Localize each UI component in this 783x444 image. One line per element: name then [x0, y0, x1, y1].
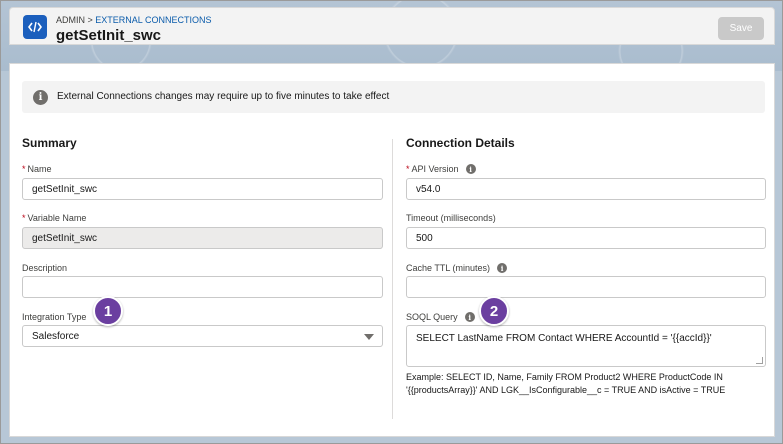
required-marker: *	[22, 164, 26, 174]
cache-ttl-label-text: Cache TTL (minutes)	[406, 263, 491, 273]
callout-badge-1: 1	[93, 296, 123, 326]
soql-query-label-text: SOQL Query	[406, 312, 458, 322]
soql-query-textarea[interactable]: SELECT LastName FROM Contact WHERE Accou…	[406, 325, 766, 367]
info-icon[interactable]: i	[497, 263, 508, 273]
breadcrumb-separator: >	[87, 15, 93, 25]
timeout-value: 500	[416, 232, 433, 244]
required-marker: *	[406, 164, 410, 174]
soql-query-label: SOQL Query i	[406, 312, 475, 322]
name-label: * Name	[22, 164, 52, 174]
variable-name-label-text: Variable Name	[27, 213, 87, 223]
description-label-text: Description	[22, 263, 68, 273]
timeout-label: Timeout (milliseconds)	[406, 213, 496, 223]
save-button[interactable]: Save	[718, 17, 764, 40]
cache-ttl-input[interactable]	[406, 276, 766, 298]
notice-text: External Connections changes may require…	[57, 91, 390, 102]
chevron-down-icon	[364, 334, 374, 340]
page-header: ADMIN > EXTERNAL CONNECTIONS getSetInit_…	[9, 7, 775, 45]
info-icon[interactable]: i	[465, 164, 476, 174]
breadcrumb-external-connections[interactable]: EXTERNAL CONNECTIONS	[95, 15, 211, 25]
info-icon[interactable]: i	[464, 312, 475, 322]
connection-details-title: Connection Details	[406, 136, 515, 150]
required-marker: *	[22, 213, 26, 223]
description-input[interactable]	[22, 276, 383, 298]
column-divider	[392, 139, 393, 419]
name-label-text: Name	[27, 164, 52, 174]
name-input-value: getSetInit_swc	[32, 183, 98, 195]
api-version-label-text: API Version	[411, 164, 459, 174]
variable-name-label: * Variable Name	[22, 213, 86, 223]
api-version-label: * API Version i	[406, 164, 476, 174]
info-icon: i	[33, 90, 48, 105]
variable-name-input: getSetInit_swc	[22, 227, 383, 249]
breadcrumb: ADMIN > EXTERNAL CONNECTIONS	[56, 15, 211, 25]
page-title: getSetInit_swc	[56, 27, 162, 44]
code-brackets-icon	[23, 15, 47, 39]
timeout-input[interactable]: 500	[406, 227, 766, 249]
name-input[interactable]: getSetInit_swc	[22, 178, 383, 200]
notice-banner: i External Connections changes may requi…	[22, 81, 765, 113]
description-label: Description	[22, 263, 67, 273]
app-frame: ADMIN > EXTERNAL CONNECTIONS getSetInit_…	[0, 0, 783, 444]
form-card: i External Connections changes may requi…	[9, 63, 775, 437]
resize-handle-icon[interactable]	[756, 357, 763, 364]
summary-title: Summary	[22, 136, 77, 150]
integration-type-label: Integration Type	[22, 312, 86, 322]
integration-type-label-text: Integration Type	[22, 312, 87, 322]
variable-name-value: getSetInit_swc	[32, 232, 98, 244]
integration-type-value: Salesforce	[32, 330, 80, 342]
cache-ttl-label: Cache TTL (minutes) i	[406, 263, 508, 273]
timeout-label-text: Timeout (milliseconds)	[406, 213, 496, 223]
callout-badge-2: 2	[479, 296, 509, 326]
api-version-input[interactable]: v54.0	[406, 178, 766, 200]
integration-type-select[interactable]: Salesforce	[22, 325, 383, 347]
api-version-value: v54.0	[416, 183, 441, 195]
soql-query-value: SELECT LastName FROM Contact WHERE Accou…	[416, 333, 712, 344]
soql-example-help: Example: SELECT ID, Name, Family FROM Pr…	[406, 372, 726, 395]
breadcrumb-admin[interactable]: ADMIN	[56, 15, 85, 25]
